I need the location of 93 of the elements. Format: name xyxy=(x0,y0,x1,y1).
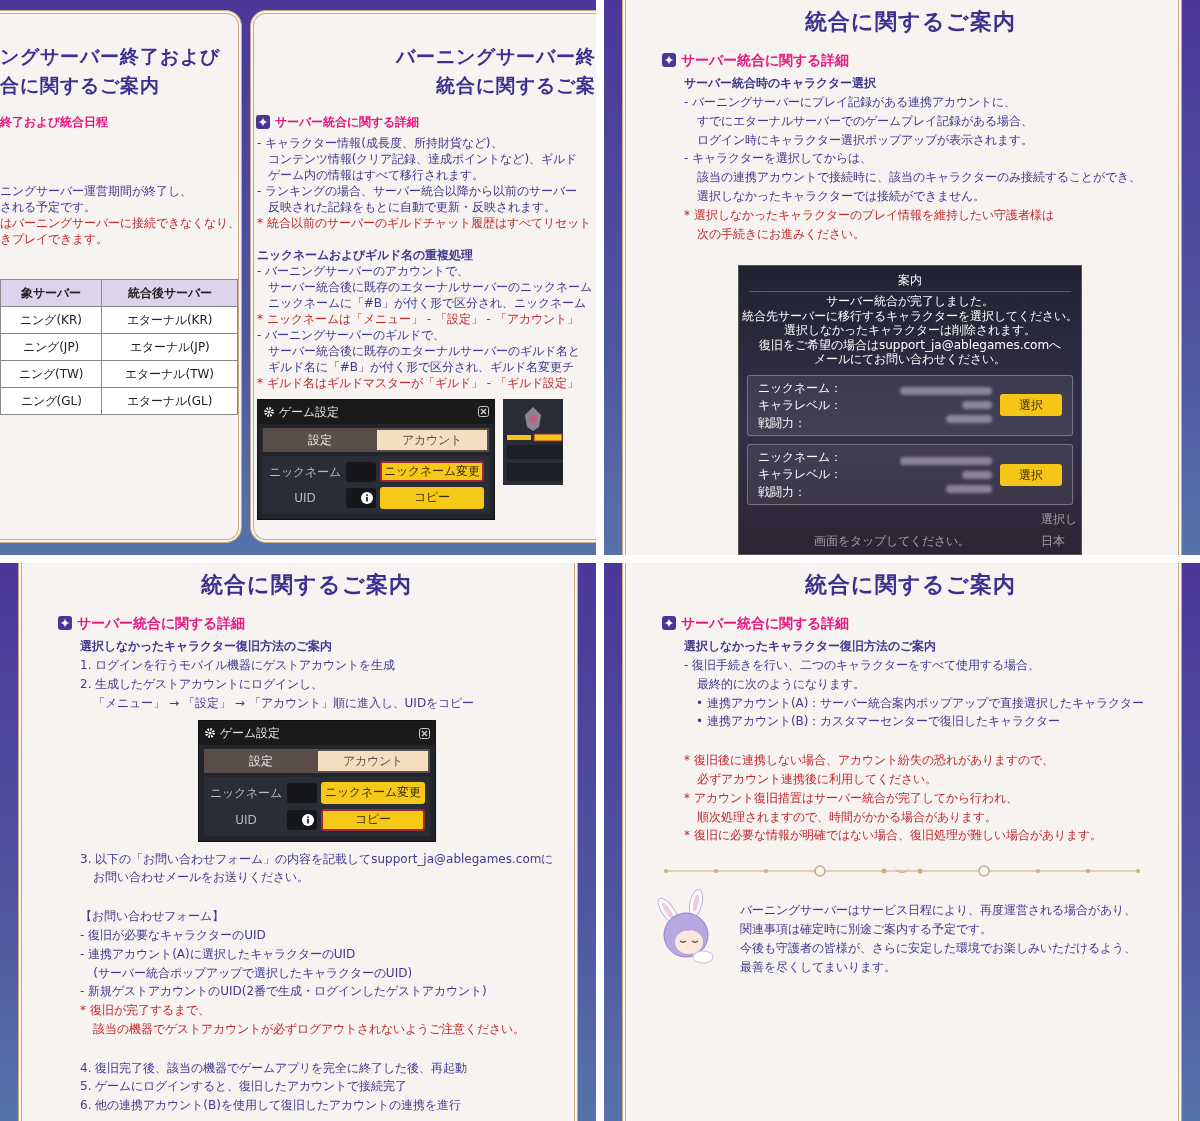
list-item-text: 5. ゲームにログインすると、復旧したアカウントで接続完了 xyxy=(80,1078,409,1096)
section-heading: サーバー統合に関する詳細 xyxy=(275,113,419,131)
list-item-text: - キャラクターを選択してからは、 該当の連携アカウントで接続時に、該当のキャラクターのみ接続することができ、 選択しなかったキャラクターでは接続ができません。 xyxy=(684,150,1143,205)
window-title: ゲーム設定 xyxy=(220,725,280,743)
list-item-text: 1. ログインを行うモバイル機器にゲストアカウントを生成 xyxy=(80,656,397,674)
tab[interactable]: アカウント xyxy=(377,429,487,450)
list-item-text: - キャラクター情報(成長度、所持財貨など)、 コンテンツ情報(クリア記録、達成ポイントなど)、ギルド ゲーム内の情報はすべて移行されます。 xyxy=(257,134,579,183)
section-heading: サーバー統合に関する詳細 xyxy=(681,613,849,633)
list-item-text: 6. 他の連携アカウント(B)を使用して復旧したアカウントの連携を進行 xyxy=(80,1097,462,1115)
input-field[interactable] xyxy=(346,461,376,482)
warning-note: * 復旧が完了するまで、 該当の機器でゲストアカウントが必ずログアウトされないようご注意ください。 xyxy=(80,1002,527,1038)
table-cell: ニング(GL) xyxy=(0,387,102,415)
blurred-value xyxy=(946,415,992,424)
closing-message: バーニングサーバーはサービス日程により、再度運営される場合があり、 関連事項は確定時に別途ご案内する予定です。 今後も守護者の皆様が、さらに安定した環境でお楽しみいただけるよう、 最善を尽くしてまいります。 xyxy=(740,902,1136,976)
section-subheading: 選択しなかったキャラクター復旧方法のご案内 xyxy=(684,638,937,656)
close-icon[interactable] xyxy=(478,406,489,418)
input-field[interactable] xyxy=(287,809,317,830)
field-label: 戦闘力： xyxy=(758,415,807,430)
list-item-text: 2. 生成したゲストアカウントにログインし、 「メニュー」 → 「設定」 → 「アカウント」順に進入し、UIDをコピー xyxy=(80,675,476,712)
notice-title: 統合に関するご案内 xyxy=(199,571,413,599)
section-heading: サーバー統合に関する詳細 xyxy=(681,50,849,70)
cropped-label: 日本 xyxy=(1041,533,1066,550)
action-button[interactable]: コピー xyxy=(380,487,484,510)
warning-note: * ニックネームは「メニュー」 - 「設定」 - 「アカウント」 xyxy=(257,310,580,327)
warning-note: * 復旧後に連携しない場合、アカウント紛失の恐れがありますので、 必ずアカウント連携後に利用してください。 xyxy=(684,752,1055,788)
tap-hint: 画面をタップしてください。 xyxy=(813,533,971,550)
table-cell: ニング(KR) xyxy=(0,306,102,334)
list-item-text: - バーニングサーバーのアカウントで、 サーバー統合後に既存のエターナルサーバーのニックネーム ニックネームに「#B」が付く形で区分され、ニックネーム xyxy=(257,262,593,311)
table-header: 統合後サーバー xyxy=(101,279,238,307)
field-label: ニックネーム xyxy=(268,463,342,481)
tab[interactable]: 設定 xyxy=(206,751,316,772)
field-label: キャラレベル： xyxy=(758,467,842,482)
table-cell: エターナル(KR) xyxy=(101,306,238,334)
table-cell: ニング(JP) xyxy=(0,333,102,361)
list-item-text: - ランキングの場合、サーバー統合以降から以前のサーバー 反映された記録をもとに自動で更新・反映されます。 xyxy=(257,182,579,215)
list-item-text: - 復旧が必要なキャラクターのUID xyxy=(80,926,267,944)
gear-icon xyxy=(263,405,275,418)
action-button[interactable]: コピー xyxy=(321,808,425,831)
list-item-text: - 新規ゲストアカウントのUID(2番で生成・ログインしたゲストアカウント) xyxy=(80,983,488,1001)
list-item-text: - バーニングサーバーのギルドで、 サーバー統合後に既存のエターナルサーバーのギルド名と ギルド名に「#B」が付く形で区分され、ギルド名変更チ xyxy=(257,326,581,375)
cropped-label: 選択し xyxy=(1041,511,1077,528)
input-field[interactable] xyxy=(287,783,317,804)
blurred-value xyxy=(962,470,992,479)
select-button[interactable]: 選択 xyxy=(1000,394,1062,417)
warning-text: はバーニングサーバーに接続できなくなり、 きプレイできます。 xyxy=(0,214,238,247)
tab[interactable]: アカウント xyxy=(318,751,428,772)
section-subheading: 選択しなかったキャラクター復旧方法のご案内 xyxy=(80,638,333,656)
action-button[interactable]: ニックネーム変更 xyxy=(380,460,484,483)
action-button[interactable]: ニックネーム変更 xyxy=(321,782,425,804)
warning-note: * 統合以前のサーバーのギルドチャット履歴はすべてリセット xyxy=(257,214,592,231)
bullet-item-text: • 連携アカウント(A)：サーバー統合案内ポップアップで直接選択したキャラクター xyxy=(695,694,1146,712)
table-cell: エターナル(JP) xyxy=(101,333,238,361)
field-label: 戦闘力： xyxy=(758,484,807,500)
body-text: ニングサーバー運営期間が終了し、 される予定です。 xyxy=(0,182,193,215)
notice-title: 統合に関するご案内 xyxy=(803,571,1017,599)
warning-note: * 復旧に必要な情報が明確ではない場合、復旧処理が難しい場合があります。 xyxy=(684,827,1103,845)
field-label: ニックネーム： xyxy=(758,450,842,465)
list-item-text: - 復旧手続きを行い、二つのキャラクターをすべて使用する場合、 最終的に次のようになります。 xyxy=(684,656,1042,693)
window-title: ゲーム設定 xyxy=(279,403,339,421)
field-label: UID xyxy=(234,811,258,829)
section-heading: サーバー統合に関する詳細 xyxy=(77,613,245,633)
table-cell: エターナル(GL) xyxy=(101,387,238,415)
warning-note: * ギルド名はギルドマスターが「ギルド」 - 「ギルド設定」 xyxy=(257,374,580,391)
dialog-title: 案内 xyxy=(749,271,1071,293)
field-label: ニックネーム： xyxy=(758,380,842,396)
input-field[interactable] xyxy=(346,488,376,509)
table-cell: エターナル(TW) xyxy=(101,360,238,388)
close-icon[interactable] xyxy=(419,727,430,739)
list-item-text: - 連携アカウント(A)に選択したキャラクターのUID (サーバー統合ポップアップで選択したキャラクターのUID) xyxy=(80,945,414,982)
warning-note: * 選択しなかったキャラクターのプレイ情報を維持したい守護者様は 次の手続きにお進みください。 xyxy=(684,206,1055,243)
list-item-text: 3. 以下の「お問い合わせフォーム」の内容を記載してsupport_ja@ablegames.comに お問い合わせメールをお送りください。 xyxy=(80,850,554,887)
section-subheading: ニックネームおよびギルド名の重複処理 xyxy=(257,246,474,263)
list-item-text: - バーニングサーバーにプレイ記録がある連携アカウントに、 すでにエターナルサーバーでのゲームプレイ記録がある場合、 ログイン時にキャラクター選択ポップアップが表示されます。 xyxy=(684,93,1035,149)
section-subheading: サーバー統合時のキャラクター選択 xyxy=(684,75,877,93)
field-label: ニックネーム xyxy=(209,785,283,803)
notice-title: 統合に関するご案内 xyxy=(803,8,1017,36)
tab[interactable]: 設定 xyxy=(265,429,375,450)
blurred-value xyxy=(962,401,992,410)
table-cell: ニング(TW) xyxy=(0,360,102,388)
gear-icon xyxy=(204,727,216,740)
section-heading: 終了および統合日程 xyxy=(0,113,108,131)
dialog-message: サーバー統合が完了しました。 統合先サーバーに移行するキャラクターを選択してください。 選択しなかったキャラクターは削除されます。 復旧をご希望の場合はsupport_ja@ablegames.comへ メールにてお問い合わせください。 xyxy=(741,294,1079,367)
field-label: UID xyxy=(293,490,317,508)
select-button[interactable]: 選択 xyxy=(1000,463,1062,486)
body-text: 【お問い合わせフォーム】 xyxy=(80,908,225,926)
field-label: キャラレベル： xyxy=(758,398,842,413)
notice-title: バーニングサーバー終 統合に関するご案 xyxy=(394,44,596,99)
blurred-value xyxy=(946,484,992,493)
warning-note: * アカウント復旧措置はサーバー統合が完了してから行われ、 順次処理されますので、時間がかかる場合があります。 xyxy=(684,789,1019,826)
bullet-item-text: • 連携アカウント(B)：カスタマーセンターで復旧したキャラクター xyxy=(695,713,1062,731)
list-item-text: 4. 復旧完了後、該当の機器でゲームアプリを完全に終了した後、再起動 xyxy=(80,1059,469,1077)
notice-title: ングサーバー終了および 合に関するご案内 xyxy=(0,44,221,99)
table-header: 象サーバー xyxy=(0,279,102,307)
